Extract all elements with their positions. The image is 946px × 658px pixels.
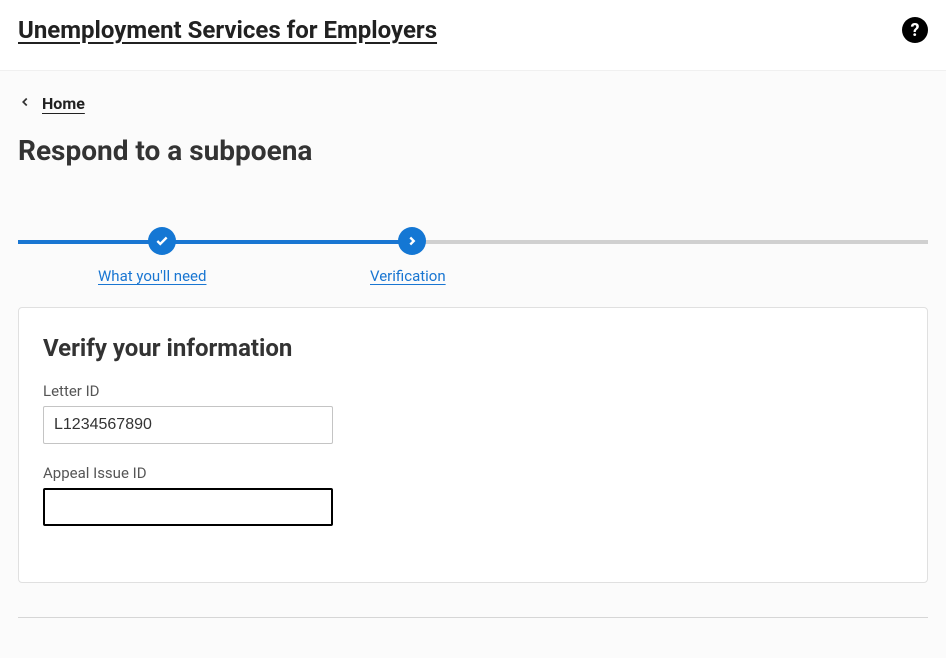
letter-id-label: Letter ID [43,382,903,400]
help-icon[interactable]: ? [902,17,928,43]
chevron-right-icon [405,234,419,248]
letter-id-input[interactable] [43,406,333,444]
step-2-node-current[interactable] [398,227,426,255]
appeal-issue-id-input[interactable] [43,488,333,526]
step-1-label[interactable]: What you'll need [98,267,206,285]
step-1-node-complete[interactable] [148,227,176,255]
divider [18,617,928,618]
page-title: Respond to a subpoena [18,134,928,167]
verify-card: Verify your information Letter ID Appeal… [18,307,928,583]
app-title-link[interactable]: Unemployment Services for Employers [18,16,437,44]
appeal-issue-id-label: Appeal Issue ID [43,464,903,482]
step-line-pending [411,240,928,244]
check-icon [155,234,169,248]
top-bar: Unemployment Services for Employers ? [0,0,946,71]
breadcrumb-home-link[interactable]: Home [42,94,85,113]
stepper: What you'll need Verification [18,227,928,287]
card-title: Verify your information [43,334,903,362]
breadcrumb: Home [18,93,928,114]
step-2-label[interactable]: Verification [370,267,446,285]
step-line-done [18,240,411,244]
chevron-left-icon[interactable] [18,93,32,114]
main-content: Home Respond to a subpoena What you'll n… [0,71,946,658]
